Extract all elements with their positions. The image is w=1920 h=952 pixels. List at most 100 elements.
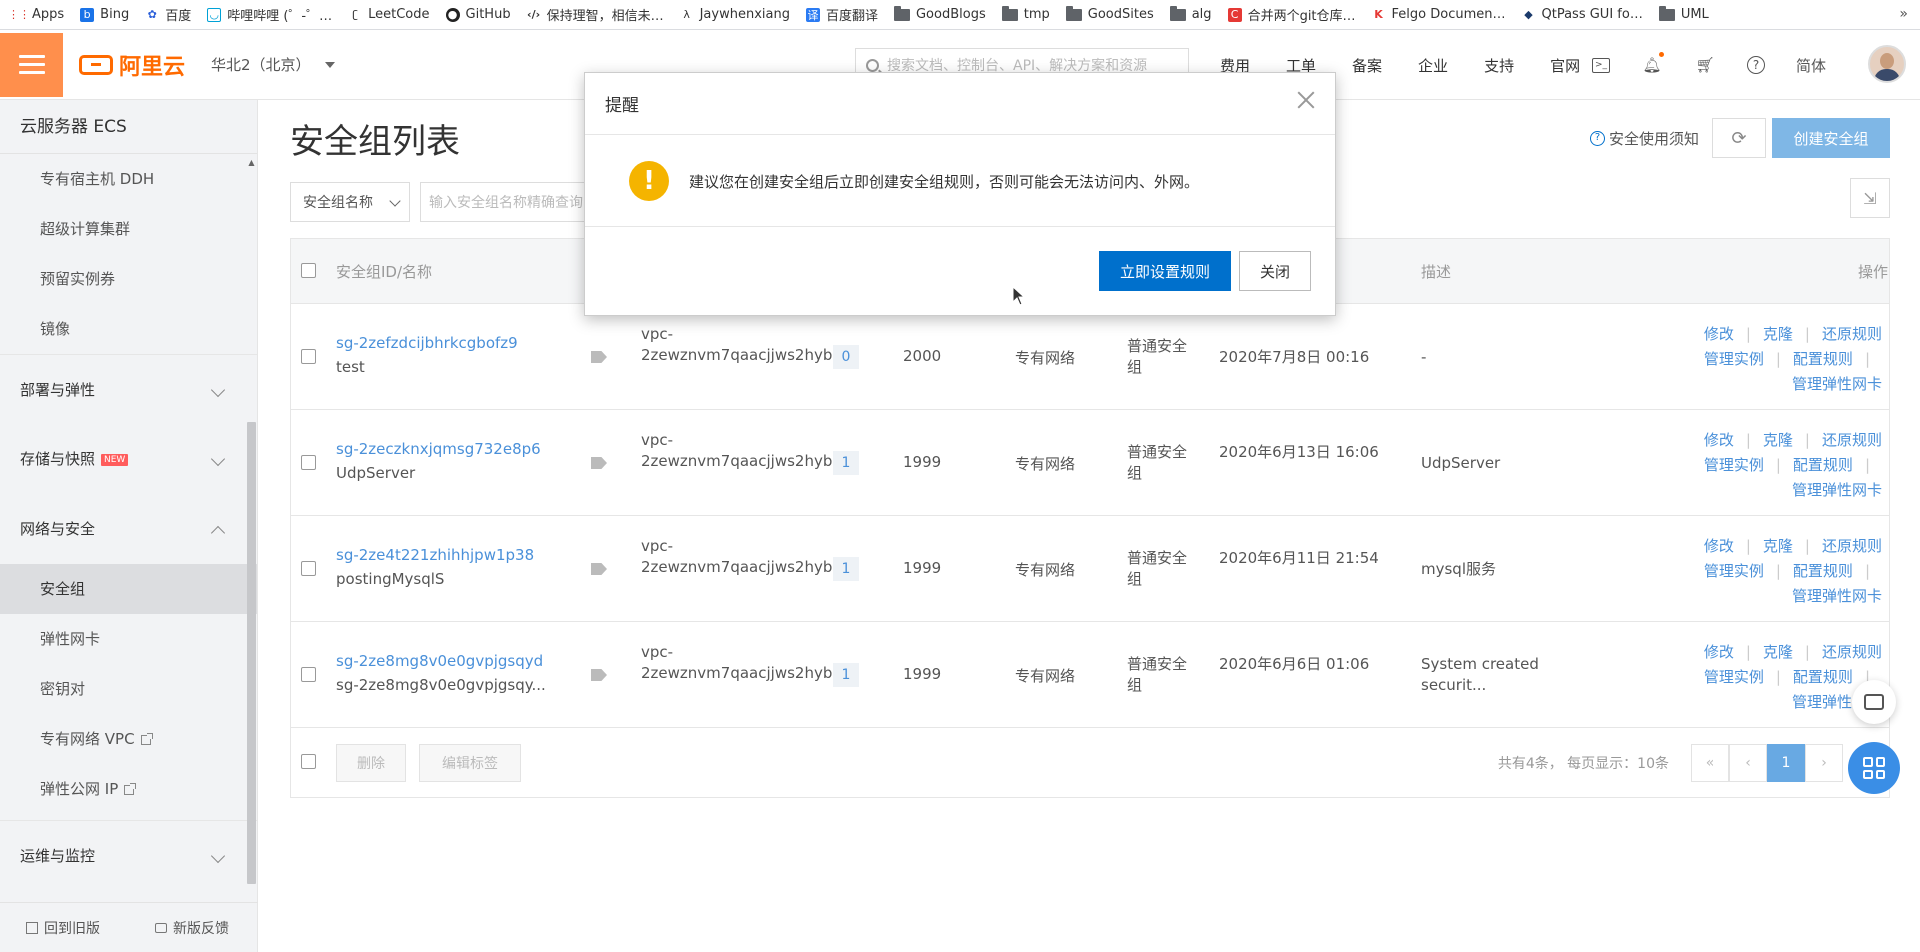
region-selector[interactable]: 华北2（北京）: [211, 54, 335, 75]
instance-count-badge[interactable]: 0: [833, 345, 859, 369]
sidebar-group-ops[interactable]: 运维与监控: [0, 820, 257, 890]
sidebar-scrollbar[interactable]: [247, 422, 256, 884]
manage-instances-link[interactable]: 管理实例: [1704, 456, 1764, 474]
clone-link[interactable]: 克隆: [1763, 643, 1793, 661]
scroll-up-icon[interactable]: ▲: [247, 158, 256, 167]
clone-link[interactable]: 克隆: [1763, 537, 1793, 555]
feedback-link[interactable]: 新版反馈: [155, 918, 229, 938]
terminal-icon[interactable]: >_: [1592, 57, 1610, 73]
help-icon[interactable]: ?: [1747, 56, 1765, 74]
restore-rules-link[interactable]: 还原规则: [1822, 643, 1882, 661]
page-first-button[interactable]: «: [1691, 744, 1729, 782]
cart-icon[interactable]: 🛒︎: [1694, 54, 1716, 76]
restore-rules-link[interactable]: 还原规则: [1822, 431, 1882, 449]
close-icon[interactable]: [1295, 89, 1317, 111]
nav-link-support[interactable]: 支持: [1484, 55, 1514, 76]
row-checkbox[interactable]: [301, 561, 316, 576]
sidebar-group-storage[interactable]: 存储与快照 NEW: [0, 424, 257, 494]
nav-link-website[interactable]: 官网: [1550, 55, 1580, 76]
refresh-button[interactable]: ⟳: [1712, 118, 1766, 158]
nav-link-icp[interactable]: 备案: [1352, 55, 1382, 76]
bookmark-felgo[interactable]: K Felgo Documen…: [1372, 7, 1505, 22]
select-all-footer-checkbox[interactable]: [301, 754, 316, 769]
menu-icon[interactable]: [0, 32, 63, 97]
instance-count-badge[interactable]: 1: [833, 557, 859, 581]
manage-instances-link[interactable]: 管理实例: [1704, 668, 1764, 686]
row-checkbox[interactable]: [301, 349, 316, 364]
clone-link[interactable]: 克隆: [1763, 325, 1793, 343]
bookmark-goodblogs[interactable]: GoodBlogs: [893, 5, 986, 22]
aliyun-logo[interactable]: 阿里云: [79, 49, 185, 81]
bookmark-baidu[interactable]: ✿ 百度: [145, 5, 192, 24]
bookmark-uml[interactable]: UML: [1658, 5, 1709, 22]
bookmark-baidu-translate[interactable]: 译百度翻译: [805, 5, 878, 24]
close-button[interactable]: 关闭: [1239, 251, 1311, 291]
create-security-group-button[interactable]: 创建安全组: [1772, 118, 1890, 158]
sidebar-item-vpc[interactable]: 专有网络 VPC: [0, 714, 257, 764]
select-all-checkbox[interactable]: [301, 263, 316, 278]
sidebar-title[interactable]: 云服务器 ECS: [0, 100, 257, 154]
sidebar-group-deployment[interactable]: 部署与弹性: [0, 354, 257, 424]
manage-instances-link[interactable]: 管理实例: [1704, 350, 1764, 368]
manage-eni-link[interactable]: 管理弹性网卡: [1792, 481, 1882, 499]
row-checkbox[interactable]: [301, 455, 316, 470]
security-group-id-link[interactable]: sg-2ze4t221zhihhjpw1p38: [336, 546, 534, 564]
tag-icon[interactable]: [591, 669, 607, 681]
manage-eni-link[interactable]: 管理弹性网卡: [1792, 375, 1882, 393]
sidebar-item-images[interactable]: 镜像: [0, 304, 257, 354]
bookmark-blog[interactable]: ‹/› 保持理智，相信未…: [527, 5, 664, 24]
instance-count-badge[interactable]: 1: [833, 663, 859, 687]
delete-button[interactable]: 删除: [336, 744, 406, 782]
config-rules-link[interactable]: 配置规则: [1793, 668, 1853, 686]
manage-eni-link[interactable]: 管理弹性网卡: [1792, 587, 1882, 605]
bookmark-leetcode[interactable]: ʗ LeetCode: [348, 7, 429, 22]
bookmark-tmp[interactable]: tmp: [1001, 5, 1050, 22]
security-group-id-link[interactable]: sg-2zeczknxjqmsg732e8p6: [336, 440, 541, 458]
bookmark-alg[interactable]: alg: [1169, 5, 1212, 22]
chat-float-button[interactable]: [1852, 680, 1896, 724]
avatar[interactable]: [1868, 45, 1906, 83]
sidebar-item-hpc[interactable]: 超级计算集群: [0, 204, 257, 254]
back-to-old-version-link[interactable]: 回到旧版: [26, 918, 100, 938]
manage-instances-link[interactable]: 管理实例: [1704, 562, 1764, 580]
edit-tags-button[interactable]: 编辑标签: [419, 744, 521, 782]
bookmark-git-merge[interactable]: C 合并两个git仓库…: [1227, 5, 1356, 24]
config-rules-link[interactable]: 配置规则: [1793, 562, 1853, 580]
row-checkbox[interactable]: [301, 667, 316, 682]
sidebar-item-keypairs[interactable]: 密钥对: [0, 664, 257, 714]
language-switch[interactable]: 简体: [1796, 54, 1826, 76]
bookmarks-overflow-icon[interactable]: »: [1899, 6, 1908, 22]
config-rules-link[interactable]: 配置规则: [1793, 350, 1853, 368]
sidebar-item-eip[interactable]: 弹性公网 IP: [0, 764, 257, 814]
nav-link-enterprise[interactable]: 企业: [1418, 55, 1448, 76]
tag-icon[interactable]: [591, 563, 607, 575]
export-button[interactable]: ⇲: [1850, 178, 1890, 218]
safety-notice-link[interactable]: ? 安全使用须知: [1590, 128, 1699, 149]
edit-link[interactable]: 修改: [1704, 431, 1734, 449]
filter-field-select[interactable]: 安全组名称: [290, 182, 410, 222]
edit-link[interactable]: 修改: [1704, 643, 1734, 661]
edit-link[interactable]: 修改: [1704, 537, 1734, 555]
page-prev-button[interactable]: ‹: [1729, 744, 1767, 782]
page-next-button[interactable]: ›: [1805, 744, 1843, 782]
sidebar-item-reserved[interactable]: 预留实例券: [0, 254, 257, 304]
restore-rules-link[interactable]: 还原规则: [1822, 537, 1882, 555]
bookmark-github[interactable]: ● GitHub: [445, 7, 511, 22]
tag-icon[interactable]: [591, 351, 607, 363]
instance-count-badge[interactable]: 1: [833, 451, 859, 475]
bookmark-goodsites[interactable]: GoodSites: [1065, 5, 1154, 22]
bookmark-apps[interactable]: ⋮⋮ Apps: [8, 7, 64, 22]
sidebar-item-ddh[interactable]: 专有宿主机 DDH: [0, 154, 257, 204]
restore-rules-link[interactable]: 还原规则: [1822, 325, 1882, 343]
sidebar-item-eni[interactable]: 弹性网卡: [0, 614, 257, 664]
sidebar-group-network[interactable]: 网络与安全: [0, 494, 257, 564]
config-rules-link[interactable]: 配置规则: [1793, 456, 1853, 474]
apps-float-button[interactable]: [1848, 742, 1900, 794]
security-group-id-link[interactable]: sg-2zefzdcijbhrkcgbofz9: [336, 334, 518, 352]
clone-link[interactable]: 克隆: [1763, 431, 1793, 449]
security-group-id-link[interactable]: sg-2ze8mg8v0e0gvpjgsqyd: [336, 652, 543, 670]
bookmark-bilibili[interactable]: ◡ 哔哩哔哩 (゜-゜…: [207, 5, 332, 24]
bell-icon[interactable]: 🔔︎: [1641, 52, 1664, 76]
page-current-button[interactable]: 1: [1767, 744, 1805, 782]
set-rules-now-button[interactable]: 立即设置规则: [1099, 251, 1231, 291]
